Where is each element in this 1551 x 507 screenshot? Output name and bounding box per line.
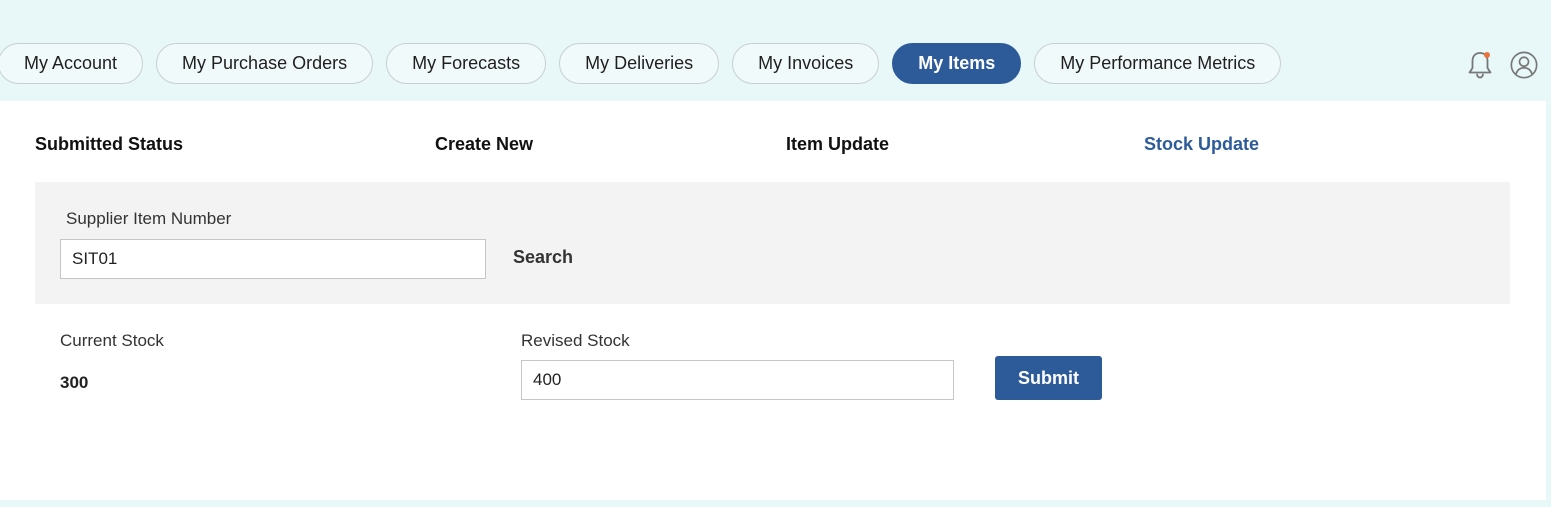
supplier-item-number-label: Supplier Item Number: [66, 209, 232, 228]
tab-my-deliveries[interactable]: My Deliveries: [559, 43, 720, 84]
revised-stock-input[interactable]: [521, 360, 954, 400]
subnav-create-new[interactable]: Create New: [435, 134, 533, 155]
notifications-button[interactable]: [1465, 49, 1495, 81]
header-icons: [1465, 49, 1539, 81]
tab-my-items[interactable]: My Items: [892, 43, 1022, 84]
tab-my-account[interactable]: My Account: [0, 43, 144, 84]
tab-my-purchase-orders[interactable]: My Purchase Orders: [156, 43, 374, 84]
tab-my-forecasts[interactable]: My Forecasts: [386, 43, 547, 84]
tab-my-performance-metrics[interactable]: My Performance Metrics: [1034, 43, 1282, 84]
subnav: Submitted Status Create New Item Update …: [0, 134, 1546, 158]
supplier-item-number-input[interactable]: [60, 239, 486, 279]
submit-button[interactable]: Submit: [995, 356, 1102, 400]
subnav-submitted-status[interactable]: Submitted Status: [35, 134, 183, 155]
user-account-icon: [1510, 51, 1538, 79]
main-tabs: My Account My Purchase Orders My Forecas…: [0, 43, 1282, 84]
current-stock-label: Current Stock: [60, 331, 164, 350]
search-section: Supplier Item Number Search: [35, 182, 1510, 304]
bell-icon: [1468, 52, 1492, 79]
search-button[interactable]: Search: [513, 247, 573, 268]
tab-my-invoices[interactable]: My Invoices: [732, 43, 880, 84]
subnav-stock-update[interactable]: Stock Update: [1144, 134, 1259, 155]
account-button[interactable]: [1509, 49, 1539, 81]
top-navigation-bar: My Account My Purchase Orders My Forecas…: [0, 0, 1551, 101]
notification-dot: [1484, 52, 1490, 58]
current-stock-value: 300: [60, 373, 89, 392]
subnav-item-update[interactable]: Item Update: [786, 134, 889, 155]
revised-stock-label: Revised Stock: [521, 331, 630, 350]
content-panel: Submitted Status Create New Item Update …: [0, 101, 1546, 500]
